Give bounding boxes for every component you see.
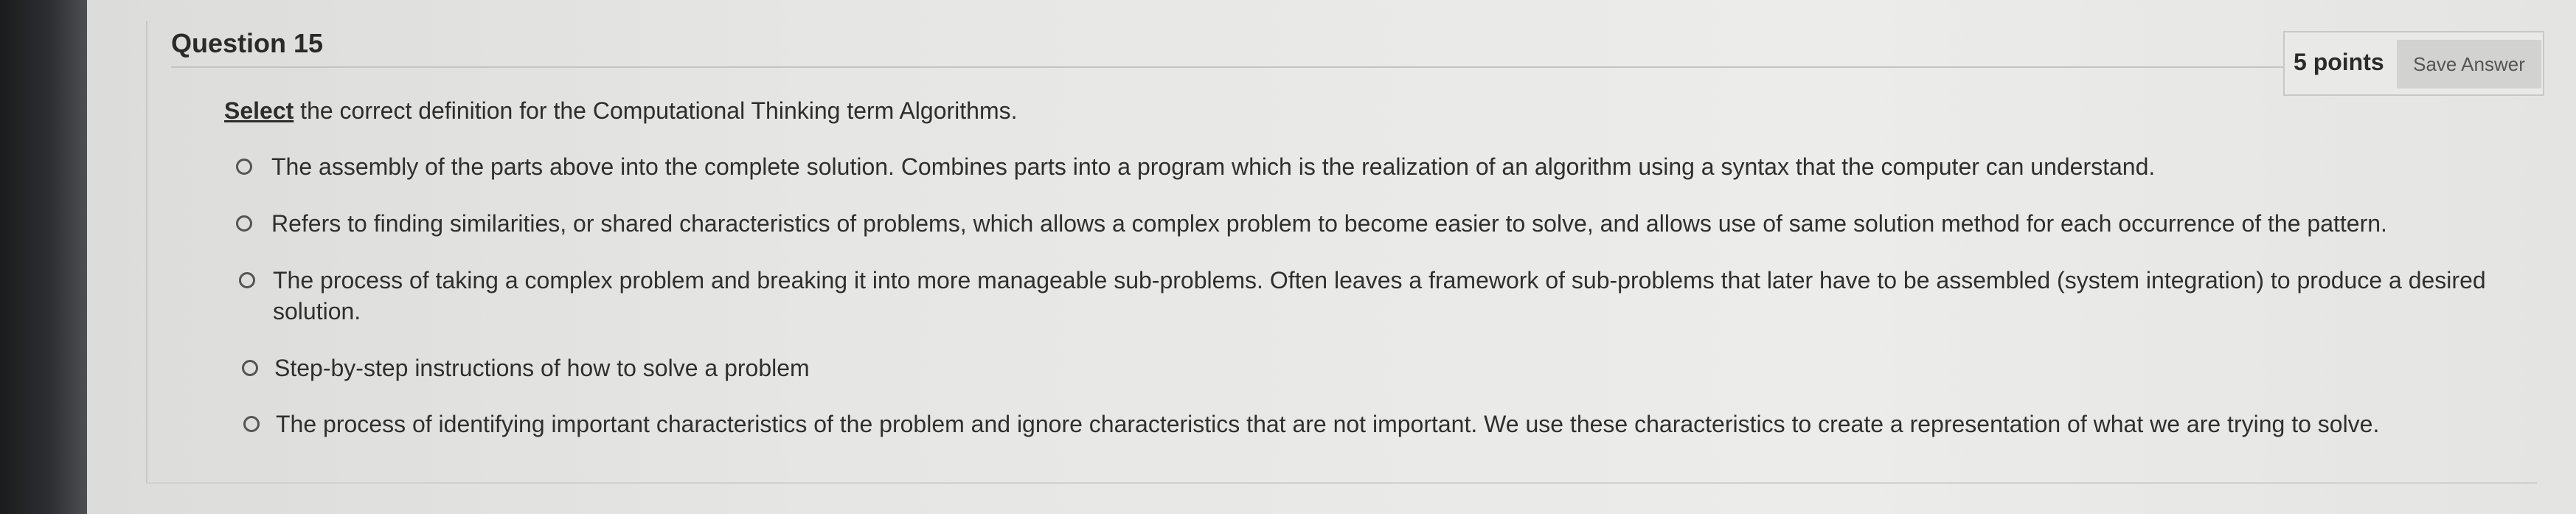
points-box: 5 points Save Answer (2283, 31, 2544, 96)
question-title: Question 15 (171, 28, 324, 58)
radio-button[interactable] (243, 416, 260, 432)
prompt-text: the correct definition for the Computati… (294, 97, 1018, 124)
answer-option[interactable]: Step-by-step instructions of how to solv… (235, 352, 1119, 385)
radio-button[interactable] (239, 272, 255, 288)
answer-option[interactable]: The process of identifying important cha… (235, 409, 2521, 441)
left-edge (0, 0, 87, 514)
points-label: 5 points (2294, 49, 2384, 75)
radio-button[interactable] (236, 159, 252, 175)
radio-button[interactable] (242, 360, 258, 376)
prompt-emphasis: Select (224, 97, 294, 124)
answer-option[interactable]: Refers to finding similarities, or share… (235, 208, 2521, 240)
option-label: Refers to finding similarities, or share… (271, 210, 2387, 237)
save-answer-button[interactable]: Save Answer (2397, 40, 2541, 88)
radio-button[interactable] (236, 215, 252, 232)
option-label: The process of identifying important cha… (276, 411, 2380, 437)
option-label: Step-by-step instructions of how to solv… (274, 355, 810, 381)
question-prompt: Select the correct definition for the Co… (224, 97, 1018, 125)
option-label: The assembly of the parts above into the… (271, 153, 2156, 180)
option-label: The process of taking a complex problem … (273, 267, 2486, 324)
answer-option[interactable]: The process of taking a complex problem … (235, 265, 2521, 328)
question-header: Question 15 (171, 27, 2285, 68)
answer-option[interactable]: The assembly of the parts above into the… (235, 151, 2521, 184)
